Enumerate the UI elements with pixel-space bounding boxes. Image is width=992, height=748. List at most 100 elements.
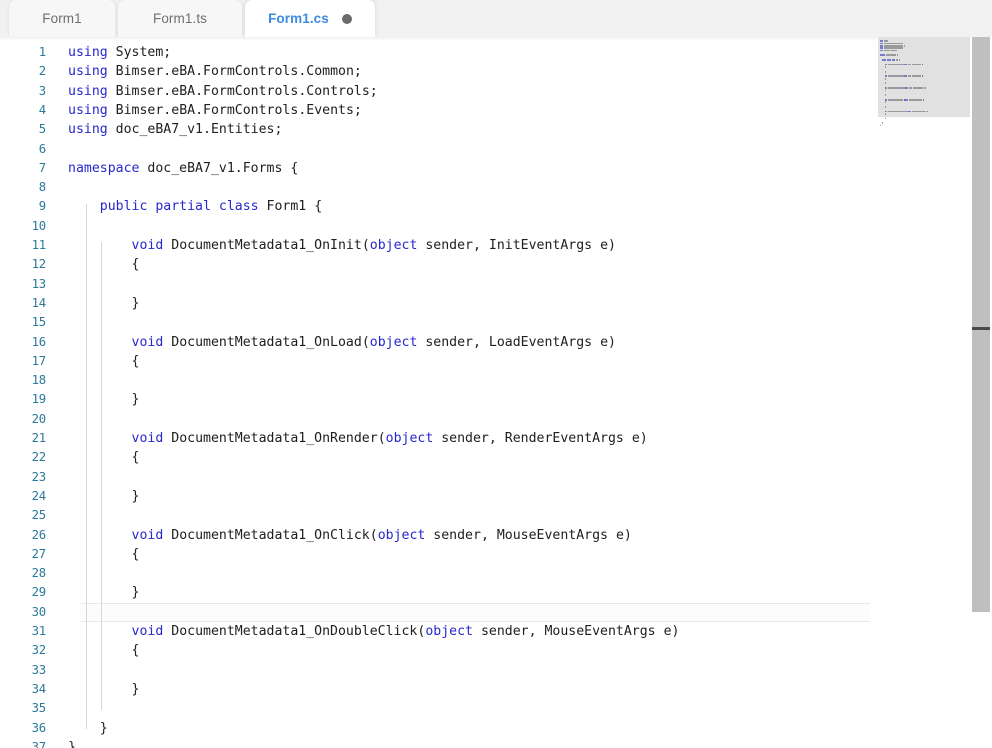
- code-line[interactable]: 32 {: [0, 641, 870, 660]
- line-number: 34: [0, 680, 46, 699]
- code-line[interactable]: 14 }: [0, 294, 870, 313]
- code-line[interactable]: 15: [0, 313, 870, 332]
- line-number: 28: [0, 564, 46, 583]
- line-number: 8: [0, 178, 46, 197]
- line-number: 1: [0, 43, 46, 62]
- line-text[interactable]: using Bimser.eBA.FormControls.Events;: [68, 101, 362, 120]
- line-text[interactable]: using System;: [68, 43, 171, 62]
- code-line[interactable]: 23: [0, 468, 870, 487]
- line-text[interactable]: namespace doc_eBA7_v1.Forms {: [68, 159, 298, 178]
- tab-label: Form1: [42, 11, 82, 26]
- line-text[interactable]: {: [68, 545, 139, 564]
- code-line[interactable]: 6: [0, 140, 870, 159]
- code-line[interactable]: 34 }: [0, 680, 870, 699]
- code-line[interactable]: 35: [0, 699, 870, 718]
- line-text[interactable]: {: [68, 448, 139, 467]
- line-text[interactable]: void DocumentMetadata1_OnInit(object sen…: [68, 236, 616, 255]
- code-line[interactable]: 21 void DocumentMetadata1_OnRender(objec…: [0, 429, 870, 448]
- line-number: 4: [0, 101, 46, 120]
- code-line[interactable]: 26 void DocumentMetadata1_OnClick(object…: [0, 526, 870, 545]
- code-line[interactable]: 7 namespace doc_eBA7_v1.Forms {: [0, 159, 870, 178]
- tab-label: Form1.cs: [268, 11, 329, 26]
- line-text[interactable]: }: [68, 390, 139, 409]
- code-line[interactable]: 22 {: [0, 448, 870, 467]
- code-line[interactable]: 24 }: [0, 487, 870, 506]
- line-text[interactable]: void DocumentMetadata1_OnClick(object se…: [68, 526, 632, 545]
- line-number: 23: [0, 468, 46, 487]
- unsaved-changes-dot-icon[interactable]: [342, 14, 352, 24]
- line-number: 15: [0, 313, 46, 332]
- line-text[interactable]: }: [68, 487, 139, 506]
- line-text[interactable]: {: [68, 352, 139, 371]
- line-text[interactable]: using doc_eBA7_v1.Entities;: [68, 120, 282, 139]
- tab-form1-cs[interactable]: Form1.cs: [245, 0, 375, 37]
- line-text[interactable]: }: [68, 583, 139, 602]
- minimap-token: [880, 125, 881, 127]
- minimap[interactable]: [878, 37, 970, 748]
- line-text[interactable]: void DocumentMetadata1_OnRender(object s…: [68, 429, 648, 448]
- line-text[interactable]: void DocumentMetadata1_OnDoubleClick(obj…: [68, 622, 679, 641]
- code-editor[interactable]: 1 using System; 2 using Bimser.eBA.FormCont…: [0, 37, 992, 748]
- line-text[interactable]: using Bimser.eBA.FormControls.Common;: [68, 62, 362, 81]
- tab-form1-ts[interactable]: Form1.ts: [118, 0, 242, 37]
- code-line[interactable]: 30: [0, 603, 870, 622]
- vertical-scrollbar-track[interactable]: [970, 37, 992, 748]
- line-text[interactable]: void DocumentMetadata1_OnLoad(object sen…: [68, 333, 616, 352]
- code-line[interactable]: 19 }: [0, 390, 870, 409]
- line-text[interactable]: }: [68, 719, 108, 738]
- code-line[interactable]: 25: [0, 506, 870, 525]
- code-line[interactable]: 8: [0, 178, 870, 197]
- line-number: 9: [0, 197, 46, 216]
- tab-form1[interactable]: Form1: [9, 0, 115, 37]
- line-number: 20: [0, 410, 46, 429]
- current-line-highlight: [80, 603, 870, 622]
- line-number: 30: [0, 603, 46, 622]
- code-line[interactable]: 18: [0, 371, 870, 390]
- code-line[interactable]: 10: [0, 217, 870, 236]
- line-text[interactable]: }: [68, 294, 139, 313]
- code-line[interactable]: 27 {: [0, 545, 870, 564]
- line-text[interactable]: using Bimser.eBA.FormControls.Controls;: [68, 82, 378, 101]
- tab-bar: Form1 Form1.ts Form1.cs: [0, 0, 992, 37]
- code-line[interactable]: 4 using Bimser.eBA.FormControls.Events;: [0, 101, 870, 120]
- vertical-scrollbar-thumb[interactable]: [972, 37, 990, 612]
- code-line[interactable]: 20: [0, 410, 870, 429]
- line-text[interactable]: }: [68, 738, 76, 748]
- line-number: 7: [0, 159, 46, 178]
- code-line[interactable]: 12 {: [0, 255, 870, 274]
- code-line[interactable]: 2 using Bimser.eBA.FormControls.Common;: [0, 62, 870, 81]
- code-line[interactable]: 33: [0, 661, 870, 680]
- line-number: 35: [0, 699, 46, 718]
- line-text[interactable]: public partial class Form1 {: [68, 197, 322, 216]
- indent-guide-level-2: [101, 242, 102, 710]
- line-text[interactable]: {: [68, 641, 139, 660]
- tab-label: Form1.ts: [153, 11, 207, 26]
- tab-bar-left-pad: [0, 0, 9, 37]
- line-number: 3: [0, 82, 46, 101]
- line-text[interactable]: }: [68, 680, 139, 699]
- editor-window: Form1 Form1.ts Form1.cs 1 using System; 2 u…: [0, 0, 992, 748]
- line-number: 11: [0, 236, 46, 255]
- line-number: 2: [0, 62, 46, 81]
- line-number: 33: [0, 661, 46, 680]
- code-line[interactable]: 5using doc_eBA7_v1.Entities;: [0, 120, 870, 139]
- minimap-slider[interactable]: [878, 37, 970, 117]
- code-lines-container[interactable]: 1 using System; 2 using Bimser.eBA.FormCont…: [0, 37, 992, 748]
- code-line[interactable]: 13: [0, 275, 870, 294]
- code-line[interactable]: 11 void DocumentMetadata1_OnInit(object …: [0, 236, 870, 255]
- code-line[interactable]: 16 void DocumentMetadata1_OnLoad(object …: [0, 333, 870, 352]
- code-line[interactable]: 17 {: [0, 352, 870, 371]
- code-line[interactable]: 9 public partial class Form1 {: [0, 197, 870, 216]
- line-number: 19: [0, 390, 46, 409]
- code-line[interactable]: 1 using System;: [0, 43, 870, 62]
- line-text[interactable]: {: [68, 255, 139, 274]
- line-number: 29: [0, 583, 46, 602]
- line-number: 18: [0, 371, 46, 390]
- line-number: 12: [0, 255, 46, 274]
- code-line[interactable]: 31 void DocumentMetadata1_OnDoubleClick(…: [0, 622, 870, 641]
- code-line[interactable]: 29 }: [0, 583, 870, 602]
- code-line[interactable]: 36 }: [0, 719, 870, 738]
- code-line[interactable]: 3 using Bimser.eBA.FormControls.Controls;: [0, 82, 870, 101]
- code-line[interactable]: 37}: [0, 738, 870, 748]
- code-line[interactable]: 28: [0, 564, 870, 583]
